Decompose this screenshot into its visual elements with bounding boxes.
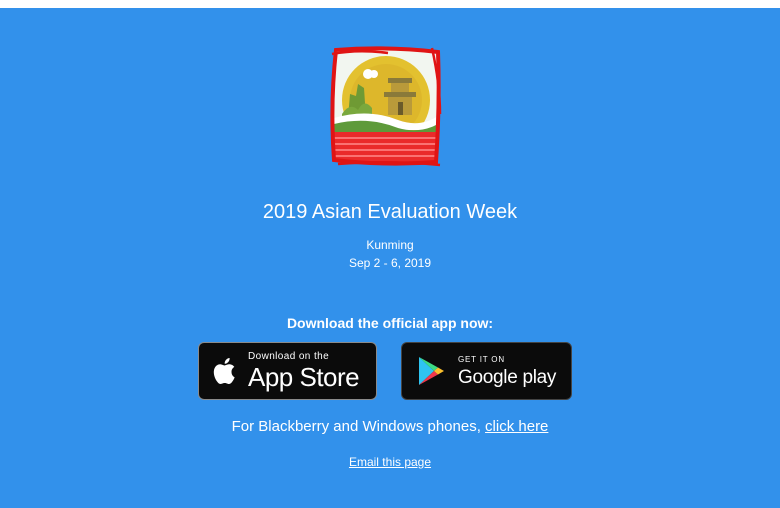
event-title: 2019 Asian Evaluation Week bbox=[262, 201, 518, 223]
event-logo bbox=[330, 46, 442, 167]
event-panel: 2019 Asian Evaluation Week Kunming Sep 2… bbox=[0, 8, 780, 508]
google-play-big-label: Google play bbox=[458, 366, 557, 388]
other-phones-line: For Blackberry and Windows phones, click… bbox=[0, 418, 780, 436]
google-play-small-label: GET IT ON bbox=[458, 354, 505, 364]
app-store-button[interactable]: Download on the App Store bbox=[198, 342, 377, 400]
email-page-link[interactable]: Email this page bbox=[349, 455, 431, 469]
app-store-big-label: App Store bbox=[248, 362, 360, 392]
event-dates: Sep 2 - 6, 2019 bbox=[348, 256, 432, 270]
download-heading: Download the official app now: bbox=[286, 315, 494, 331]
other-phones-text: For Blackberry and Windows phones, bbox=[231, 418, 486, 435]
apple-icon bbox=[213, 358, 235, 384]
google-play-button[interactable]: GET IT ON Google play bbox=[401, 342, 572, 400]
event-city: Kunming bbox=[366, 238, 414, 252]
email-line: Email this page bbox=[0, 455, 780, 470]
google-play-icon bbox=[419, 357, 444, 385]
other-phones-link[interactable]: click here bbox=[485, 418, 548, 435]
